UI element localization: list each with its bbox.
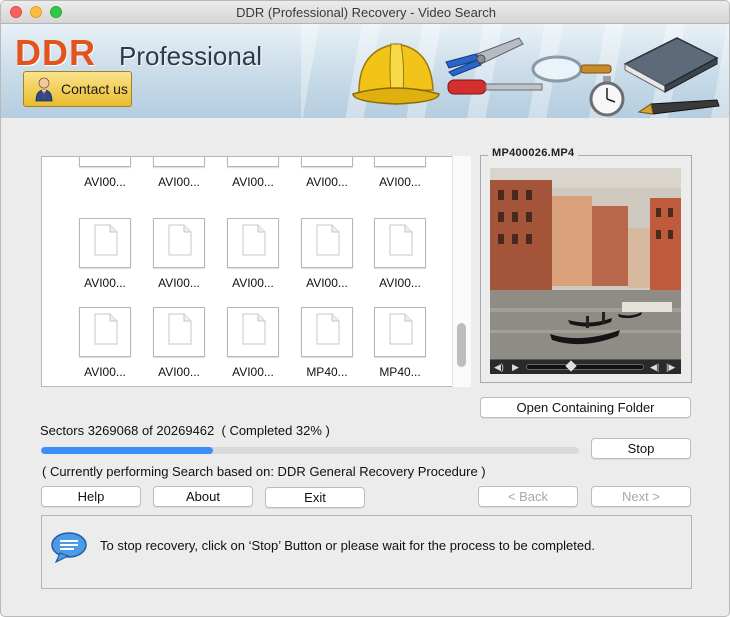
app-window: DDR (Professional) Recovery - Video Sear… <box>0 0 730 617</box>
document-icon <box>389 224 413 256</box>
document-icon <box>168 313 192 345</box>
hard-hat-icon <box>352 43 440 105</box>
document-icon <box>168 224 192 256</box>
file-name: AVI00... <box>84 175 126 189</box>
file-item[interactable]: AVI00... <box>149 218 209 290</box>
file-name: MP40... <box>306 365 348 379</box>
file-thumbnail <box>227 157 279 167</box>
rewind-icon[interactable]: ◀| <box>650 361 659 374</box>
sectors-done: 3269068 <box>87 423 139 438</box>
file-item[interactable]: AVI00... <box>75 307 135 379</box>
file-thumbnail <box>374 218 426 268</box>
person-icon <box>33 76 55 102</box>
play-icon[interactable]: ▶ <box>512 361 519 374</box>
open-containing-folder-button[interactable]: Open Containing Folder <box>480 397 691 418</box>
file-item[interactable]: MP40... <box>370 307 430 379</box>
file-thumbnail <box>153 307 205 357</box>
file-thumbnail <box>301 157 353 167</box>
window-title: DDR (Professional) Recovery - Video Sear… <box>236 5 496 20</box>
file-thumbnail <box>374 307 426 357</box>
file-item[interactable]: AVI00... <box>149 307 209 379</box>
document-icon <box>316 313 340 345</box>
pliers-icon <box>445 37 524 77</box>
file-thumbnail <box>374 157 426 167</box>
logo-ddr: DDR <box>15 32 96 73</box>
sectors-total: 20269462 <box>156 423 215 438</box>
contact-us-button[interactable]: Contact us <box>23 71 132 107</box>
file-name: AVI00... <box>158 365 200 379</box>
file-thumbnail <box>79 307 131 357</box>
file-item[interactable]: AVI00... <box>223 307 283 379</box>
file-thumbnail <box>153 218 205 268</box>
file-item[interactable]: AVI00... <box>223 218 283 290</box>
grid-scrollbar-thumb[interactable] <box>457 323 466 367</box>
sectors-label: Sectors <box>40 423 85 438</box>
pen-icon <box>637 99 720 115</box>
volume-icon[interactable]: ◀) <box>494 361 504 374</box>
file-item[interactable]: AVI00... <box>297 157 357 189</box>
speech-bubble-icon <box>51 532 87 563</box>
document-icon <box>242 224 266 256</box>
document-icon <box>94 313 118 345</box>
file-name: AVI00... <box>84 365 126 379</box>
forward-icon[interactable]: |▶ <box>666 361 675 374</box>
message-text: To stop recovery, click on ‘Stop’ Button… <box>100 538 595 553</box>
file-name: AVI00... <box>232 365 274 379</box>
file-item[interactable]: AVI00... <box>297 218 357 290</box>
file-item[interactable]: AVI00... <box>370 218 430 290</box>
sectors-of: of <box>141 423 153 438</box>
document-icon <box>242 313 266 345</box>
sectors-status: Sectors 3269068 of 20269462 ( Completed … <box>40 423 330 438</box>
file-thumbnail <box>227 307 279 357</box>
file-item[interactable]: AVI00... <box>75 218 135 290</box>
back-button[interactable]: < Back <box>478 486 578 507</box>
progress-bar <box>41 447 579 454</box>
completed-percent: ( Completed 32% ) <box>221 423 330 438</box>
document-icon <box>389 313 413 345</box>
file-name: AVI00... <box>232 175 274 189</box>
contact-us-label: Contact us <box>61 81 128 97</box>
file-thumbnail <box>301 307 353 357</box>
video-player-controls: ◀) ▶ ◀| |▶ <box>490 359 681 374</box>
document-icon <box>316 224 340 256</box>
logo-professional: Professional <box>119 41 263 71</box>
file-thumbnail <box>79 218 131 268</box>
file-name: AVI00... <box>232 276 274 290</box>
file-item[interactable]: AVI00... <box>370 157 430 189</box>
book-icon <box>623 37 719 93</box>
file-item[interactable]: AVI00... <box>149 157 209 189</box>
header-banner: DDR Professional Contact us <box>1 24 729 118</box>
file-name: AVI00... <box>84 276 126 290</box>
file-item[interactable]: MP40... <box>297 307 357 379</box>
title-bar: DDR (Professional) Recovery - Video Sear… <box>1 1 729 24</box>
preview-filename: MP400026.MP4 <box>488 147 579 159</box>
file-name: AVI00... <box>306 276 348 290</box>
about-button[interactable]: About <box>153 486 253 507</box>
stop-button[interactable]: Stop <box>591 438 691 459</box>
document-icon <box>94 224 118 256</box>
file-thumbnail <box>301 218 353 268</box>
file-thumbnail <box>153 157 205 167</box>
file-thumbnail <box>227 218 279 268</box>
file-name: AVI00... <box>158 175 200 189</box>
next-button[interactable]: Next > <box>591 486 691 507</box>
exit-button[interactable]: Exit <box>265 487 365 508</box>
progress-bar-fill <box>41 447 214 454</box>
file-name: AVI00... <box>379 175 421 189</box>
file-name: AVI00... <box>158 276 200 290</box>
file-thumbnail <box>79 157 131 167</box>
video-preview-thumbnail <box>490 168 681 359</box>
seek-bar[interactable] <box>526 364 644 370</box>
file-name: MP40... <box>379 365 421 379</box>
help-button[interactable]: Help <box>41 486 141 507</box>
file-name: AVI00... <box>306 175 348 189</box>
procedure-status: ( Currently performing Search based on: … <box>42 464 486 479</box>
file-item[interactable]: AVI00... <box>223 157 283 189</box>
recovered-files-grid[interactable]: AVI00... AVI00... AVI00... AVI00... AVI00...… <box>41 156 471 387</box>
file-name: AVI00... <box>379 276 421 290</box>
file-item[interactable]: AVI00... <box>75 157 135 189</box>
